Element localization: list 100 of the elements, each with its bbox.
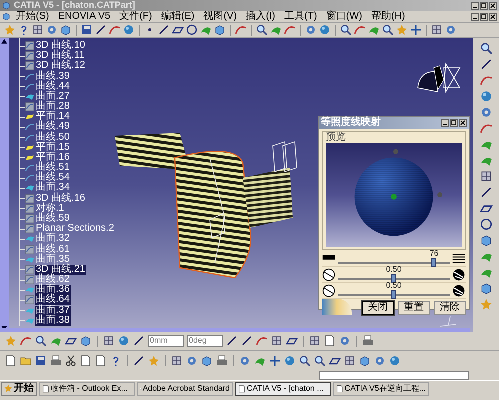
- menu-item[interactable]: 视图(V): [204, 11, 238, 22]
- tree-item[interactable]: 曲线.64: [35, 295, 71, 306]
- star-icon[interactable]: [4, 384, 13, 393]
- grid-icon[interactable]: [171, 354, 183, 366]
- line-icon[interactable]: [158, 24, 170, 36]
- curve-icon[interactable]: [20, 335, 32, 347]
- gear-icon[interactable]: [480, 106, 492, 119]
- sphere-icon[interactable]: [319, 24, 331, 36]
- tree-item[interactable]: 曲面.35: [35, 254, 71, 265]
- minimize-button[interactable]: [471, 12, 479, 20]
- line-icon[interactable]: [241, 335, 253, 347]
- line-icon[interactable]: [480, 186, 492, 199]
- grid-icon[interactable]: [309, 335, 321, 347]
- curve-icon[interactable]: [235, 24, 247, 36]
- gear-icon[interactable]: [339, 335, 351, 347]
- maximize-button[interactable]: [450, 119, 458, 127]
- zoom-icon[interactable]: [314, 354, 326, 366]
- cube-icon[interactable]: [480, 234, 492, 247]
- menu-item[interactable]: 编辑(E): [161, 11, 195, 22]
- grid-icon[interactable]: [32, 24, 44, 36]
- line-icon[interactable]: [133, 354, 145, 366]
- close-button[interactable]: [489, 2, 497, 10]
- cut-icon[interactable]: [65, 354, 77, 366]
- pan-icon[interactable]: [269, 354, 281, 366]
- zoom-icon[interactable]: [382, 24, 394, 36]
- save-icon[interactable]: [81, 24, 93, 36]
- tree-item[interactable]: 曲面.38: [35, 316, 71, 326]
- circle-icon[interactable]: [480, 218, 492, 231]
- star-icon[interactable]: [4, 24, 16, 36]
- value-field[interactable]: 0deg: [187, 335, 223, 347]
- curve-icon[interactable]: [354, 24, 366, 36]
- cube-icon[interactable]: [214, 24, 226, 36]
- menu-item[interactable]: 文件(F): [120, 11, 152, 22]
- grid-icon[interactable]: [103, 335, 115, 347]
- curve-icon[interactable]: [284, 24, 296, 36]
- print-icon[interactable]: [50, 354, 62, 366]
- cube-icon[interactable]: [80, 335, 92, 347]
- grid-icon[interactable]: [271, 335, 283, 347]
- tree-item[interactable]: 平面.16: [35, 152, 71, 163]
- cube-icon[interactable]: [60, 24, 72, 36]
- sphere-icon[interactable]: [123, 24, 135, 36]
- line-icon[interactable]: [95, 24, 107, 36]
- tree-item[interactable]: 3D 曲线.21: [35, 264, 86, 275]
- gear-icon[interactable]: [305, 24, 317, 36]
- cube-icon[interactable]: [201, 354, 213, 366]
- slider-thumb[interactable]: [432, 258, 437, 266]
- taskbar-button[interactable]: CATIA V5 - [chaton ...: [235, 382, 331, 396]
- pan-icon[interactable]: [410, 24, 422, 36]
- star-icon[interactable]: [396, 24, 408, 36]
- grid-icon[interactable]: [431, 24, 443, 36]
- tree-item[interactable]: 曲面.27: [35, 92, 71, 102]
- line-icon[interactable]: [480, 58, 492, 71]
- tree-item[interactable]: 平面.15: [35, 142, 71, 153]
- zoom-icon[interactable]: [299, 354, 311, 366]
- print-icon[interactable]: [216, 354, 228, 366]
- sphere-icon[interactable]: [389, 354, 401, 366]
- gear-icon[interactable]: [46, 24, 58, 36]
- menu-item[interactable]: 帮助(H): [371, 11, 406, 22]
- dialog-button[interactable]: 重置: [398, 301, 430, 315]
- star-icon[interactable]: [480, 298, 492, 311]
- curve-icon[interactable]: [109, 24, 121, 36]
- 3d-viewport[interactable]: [0, 38, 499, 332]
- tree-item[interactable]: 曲面.32: [35, 234, 71, 244]
- gear-icon[interactable]: [445, 24, 457, 36]
- line-icon[interactable]: [226, 335, 238, 347]
- menu-item[interactable]: ENOVIA V5: [58, 11, 111, 22]
- grid-icon[interactable]: [344, 354, 356, 366]
- zoom-icon[interactable]: [340, 24, 352, 36]
- save-icon[interactable]: [35, 354, 47, 366]
- gear-icon[interactable]: [374, 354, 386, 366]
- menu-item[interactable]: 开始(S): [16, 11, 50, 22]
- taskbar-button[interactable]: 收件箱 - Outlook Ex...: [39, 382, 135, 396]
- tree-item[interactable]: 曲线.44: [35, 82, 71, 92]
- star-icon[interactable]: [5, 335, 17, 347]
- tree-item[interactable]: 3D 曲线.12: [35, 61, 86, 72]
- zoom-icon[interactable]: [480, 42, 492, 55]
- dialog-button[interactable]: 清除: [434, 301, 466, 315]
- tree-item[interactable]: 曲线.49: [35, 122, 71, 132]
- value-field[interactable]: 0mm: [148, 335, 184, 347]
- taskbar-button[interactable]: CATIA V5在逆向工程...: [333, 382, 429, 396]
- curve-icon[interactable]: [480, 122, 492, 135]
- minimize-button[interactable]: [441, 119, 449, 127]
- tree-item[interactable]: 曲面.37: [35, 306, 71, 316]
- tree-item[interactable]: 曲线.59: [35, 214, 71, 224]
- gear-icon[interactable]: [239, 354, 251, 366]
- horizontal-scrollbar[interactable]: [0, 328, 470, 332]
- tree-item[interactable]: 曲面.34: [35, 183, 71, 194]
- start-button[interactable]: 开始: [1, 382, 37, 396]
- menu-item[interactable]: 插入(I): [246, 11, 276, 22]
- cube-icon[interactable]: [480, 282, 492, 295]
- line-icon[interactable]: [133, 335, 145, 347]
- tree-item[interactable]: 曲线.50: [35, 132, 71, 143]
- tree-item[interactable]: 曲线.39: [35, 72, 71, 82]
- taskbar-button[interactable]: Adobe Acrobat Standard: [137, 382, 233, 396]
- close-button[interactable]: [489, 12, 497, 20]
- sphere-icon[interactable]: [480, 90, 492, 103]
- tree-item[interactable]: 曲面.28: [35, 102, 71, 112]
- close-button[interactable]: [459, 119, 467, 127]
- slider-thumb[interactable]: [392, 290, 396, 298]
- zoom-icon[interactable]: [256, 24, 268, 36]
